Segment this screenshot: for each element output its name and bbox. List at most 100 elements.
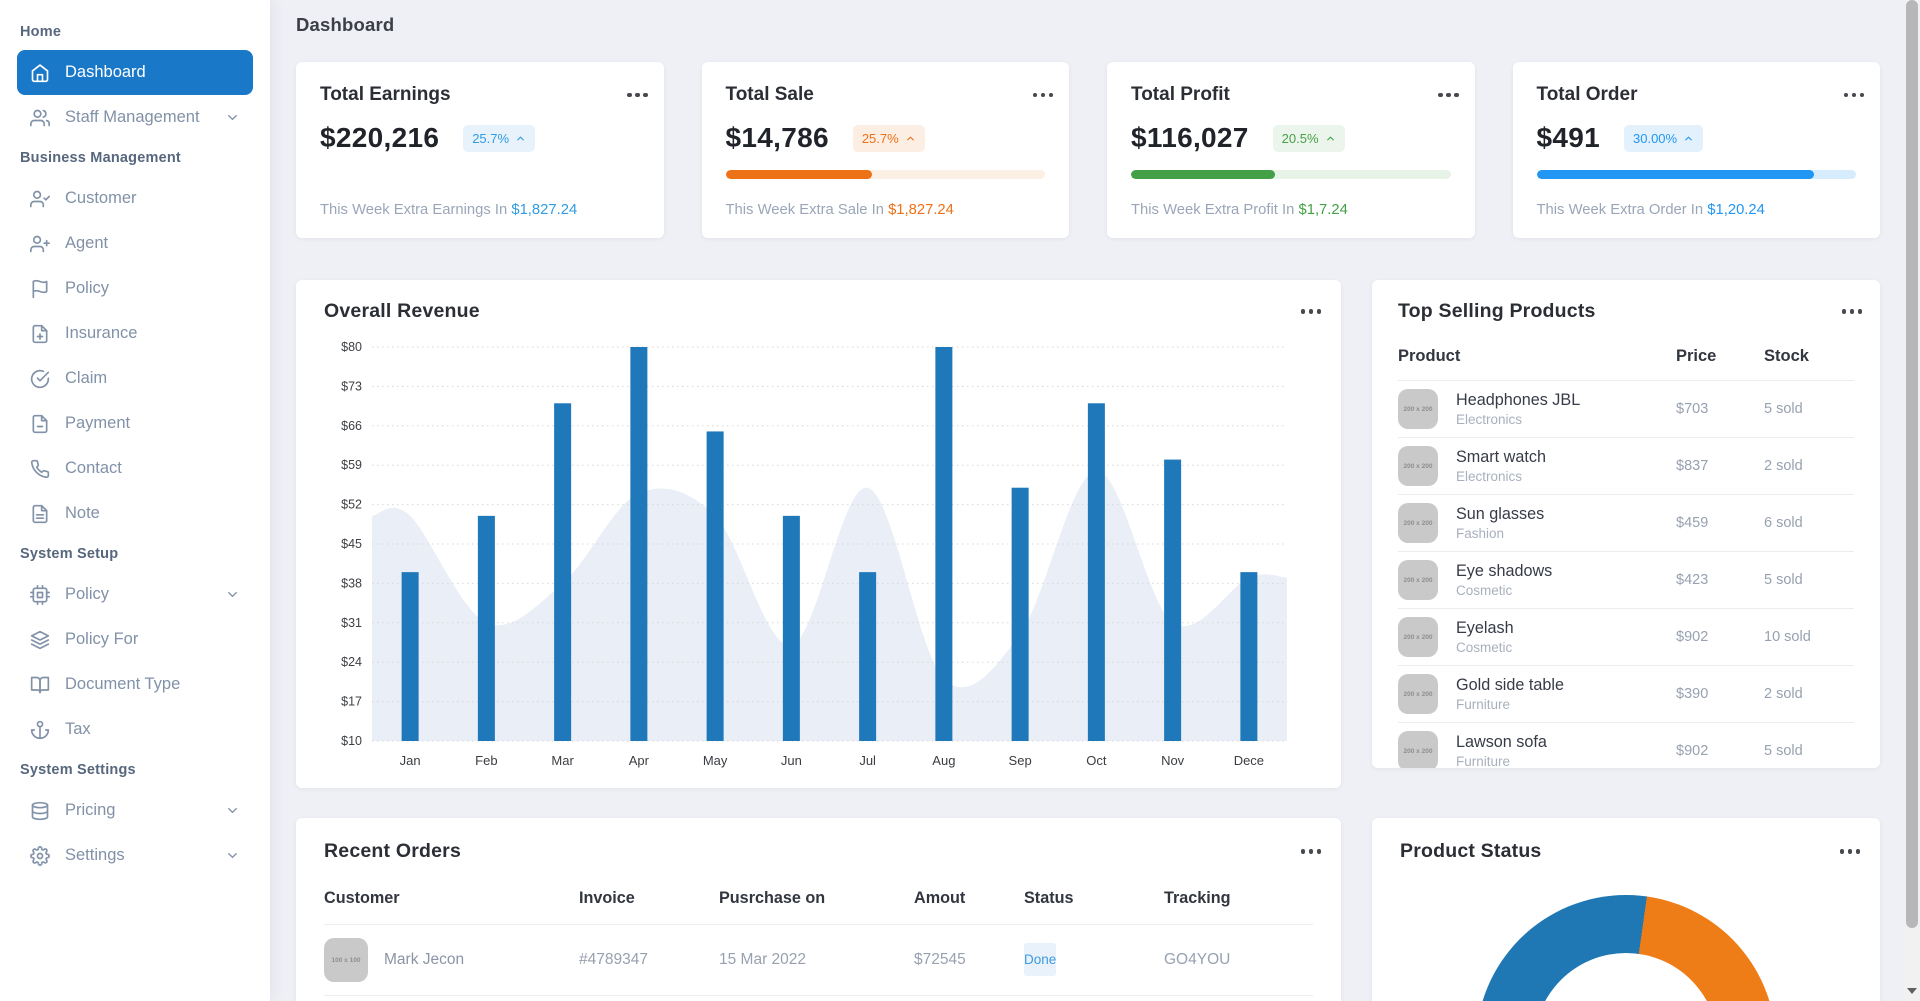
panel-title: Recent Orders (324, 840, 461, 862)
donut-hole (1534, 953, 1718, 1001)
total-profit-card: Total Profit $116,027 20.5% This Week Ex… (1107, 62, 1475, 238)
card-footer-amount: $1,827.24 (888, 202, 954, 218)
product-stock: 5 sold (1764, 572, 1803, 588)
table-row[interactable]: 200 x 200 Smart watch Electronics $837 2… (1398, 437, 1854, 494)
product-name: Headphones JBL (1456, 391, 1581, 409)
svg-text:$10: $10 (341, 734, 362, 748)
column-header-tracking: Tracking (1164, 889, 1231, 907)
sidebar-item-policy[interactable]: Policy (17, 266, 253, 311)
more-menu-icon[interactable] (1308, 849, 1313, 854)
more-menu-icon[interactable] (1851, 92, 1856, 98)
sidebar-item-customer[interactable]: Customer (17, 176, 253, 221)
sidebar-item-agent[interactable]: Agent (17, 221, 253, 266)
product-name: Eyelash (1456, 619, 1514, 637)
table-row[interactable]: 200 x 200 Sun glasses Fashion $459 6 sol… (1398, 494, 1854, 551)
card-footer: This Week Extra Earnings In $1,827.24 (320, 202, 578, 218)
sidebar-item-note[interactable]: Note (17, 491, 253, 536)
product-stock: 2 sold (1764, 686, 1803, 702)
product-category: Furniture (1456, 697, 1511, 712)
scrollbar-down-arrow[interactable] (1904, 984, 1920, 998)
chevron-down-icon[interactable] (225, 848, 240, 863)
total-order-card: Total Order $491 30.00% This Week Extra … (1512, 62, 1880, 238)
sidebar: Home Dashboard Staff Management Business… (0, 0, 270, 1001)
product-price: $902 (1676, 743, 1709, 759)
sidebar-item-dashboard[interactable]: Dashboard (17, 50, 253, 95)
table-row[interactable]: 200 x 200 Eyelash Cosmetic $902 10 sold (1398, 608, 1854, 665)
product-name: Sun glasses (1456, 505, 1545, 523)
product-price: $902 (1676, 629, 1709, 645)
phone-icon (30, 459, 50, 479)
svg-text:Oct: Oct (1086, 753, 1107, 768)
trend-badge: 30.00% (1624, 124, 1704, 152)
product-price: $390 (1676, 686, 1709, 702)
card-footer: This Week Extra Profit In $1,7.24 (1131, 202, 1348, 218)
card-footer: This Week Extra Sale In $1,827.24 (725, 202, 954, 218)
product-stock: 5 sold (1764, 743, 1803, 759)
sidebar-item-policy-for[interactable]: Policy For (17, 617, 253, 662)
home-icon (30, 63, 50, 83)
vertical-scrollbar[interactable] (1904, 0, 1920, 1001)
sidebar-item-payment[interactable]: Payment (17, 401, 253, 446)
more-menu-icon[interactable] (1040, 92, 1045, 98)
revenue-chart: $10 $17 $24 $31 $38 $45 $52 $59 $66 $73 $80 Jan Feb M… (324, 333, 1313, 783)
more-menu-icon[interactable] (1446, 92, 1451, 98)
product-thumbnail: 200 x 200 (1398, 503, 1438, 543)
scrollbar-thumb[interactable] (1906, 0, 1918, 928)
sidebar-item-contact[interactable]: Contact (17, 446, 253, 491)
table-row[interactable]: 200 x 200 Eye shadows Cosmetic $423 5 so… (1398, 551, 1854, 608)
sidebar-item-tax[interactable]: Tax (17, 707, 253, 752)
product-price: $703 (1676, 401, 1709, 417)
more-menu-icon[interactable] (1308, 309, 1313, 314)
table-row[interactable]: 200 x 200 Lawson sofa Furniture $902 5 s… (1398, 722, 1854, 768)
sidebar-item-policy-setup[interactable]: Policy (17, 572, 253, 617)
chevron-down-icon[interactable] (225, 803, 240, 818)
svg-text:Mar: Mar (551, 753, 574, 768)
svg-text:$45: $45 (341, 537, 362, 551)
sidebar-section-system-setup: System Setup (20, 546, 119, 562)
svg-text:$17: $17 (341, 695, 362, 709)
sidebar-item-document-type[interactable]: Document Type (17, 662, 253, 707)
svg-text:Nov: Nov (1161, 753, 1185, 768)
total-sale-card: Total Sale $14,786 25.7% This Week Extra… (701, 62, 1069, 238)
svg-text:Dece: Dece (1234, 753, 1264, 768)
sidebar-item-insurance[interactable]: Insurance (17, 311, 253, 356)
recent-orders-panel: Recent Orders Customer Invoice Pusrchase… (296, 818, 1341, 1001)
customer-name: Mark Jecon (384, 951, 465, 968)
product-thumbnail: 200 x 200 (1398, 446, 1438, 486)
product-category: Cosmetic (1456, 583, 1513, 598)
user-plus-icon (30, 234, 50, 254)
sidebar-item-pricing[interactable]: Pricing (17, 788, 253, 833)
chevron-down-icon[interactable] (225, 587, 240, 602)
user-check-icon (30, 189, 50, 209)
progress-bar (725, 170, 1045, 179)
card-value: $491 (1536, 122, 1600, 153)
layers-icon (30, 630, 50, 650)
order-amount: $72545 (914, 951, 966, 968)
sidebar-item-claim[interactable]: Claim (17, 356, 253, 401)
sidebar-section-business-management: Business Management (20, 150, 181, 166)
column-header-status: Status (1024, 889, 1074, 907)
table-row-partial[interactable] (324, 995, 1313, 1001)
more-menu-icon[interactable] (1849, 309, 1854, 314)
sidebar-item-staff-management[interactable]: Staff Management (17, 95, 253, 140)
more-menu-icon[interactable] (1847, 849, 1852, 854)
table-row[interactable]: 100 x 100 Mark Jecon #4789347 15 Mar 202… (324, 924, 1313, 995)
more-menu-icon[interactable] (635, 92, 640, 98)
customer-thumbnail: 100 x 100 (324, 938, 368, 982)
card-title: Total Profit (1131, 84, 1230, 105)
column-header-product: Product (1398, 347, 1461, 365)
card-title: Total Order (1536, 84, 1638, 105)
panel-title: Top Selling Products (1398, 300, 1596, 322)
product-price: $837 (1676, 458, 1709, 474)
product-thumbnail: 200 x 200 (1398, 731, 1438, 768)
table-row[interactable]: 200 x 200 Headphones JBL Electronics $70… (1398, 380, 1854, 437)
product-price: $459 (1676, 515, 1709, 531)
chevron-up-icon (1325, 133, 1336, 144)
svg-text:$24: $24 (341, 655, 362, 669)
book-icon (30, 675, 50, 695)
sidebar-item-settings[interactable]: Settings (17, 833, 253, 878)
file-text-icon (30, 504, 50, 524)
table-row[interactable]: 200 x 200 Gold side table Furniture $390… (1398, 665, 1854, 722)
product-name: Lawson sofa (1456, 733, 1547, 751)
chevron-down-icon[interactable] (225, 110, 240, 125)
